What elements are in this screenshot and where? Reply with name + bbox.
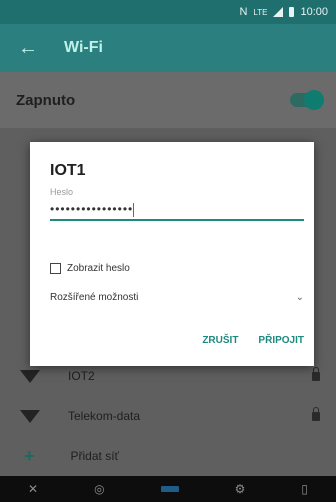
- network-indicator: N: [239, 6, 248, 18]
- connect-button[interactable]: PŘIPOJIT: [258, 335, 304, 346]
- bottom-navigation-bar: ✕ ◎ ⚙ ▯: [0, 476, 336, 502]
- nav-icon-5[interactable]: ▯: [301, 482, 308, 496]
- plus-icon: +: [24, 445, 35, 466]
- wifi-toggle-label: Zapnuto: [16, 91, 76, 109]
- show-password-checkbox[interactable]: [50, 263, 61, 274]
- dialog-actions: ZRUŠIT PŘIPOJIT: [202, 335, 304, 346]
- add-network-label: Přidat síť: [70, 449, 120, 463]
- network-name: Telekom-data: [68, 409, 141, 423]
- add-network-row[interactable]: + Přidat síť: [0, 436, 336, 476]
- nav-icon-4[interactable]: ⚙: [235, 482, 246, 496]
- app-bar: ← Wi-Fi: [0, 24, 336, 72]
- chevron-down-icon: ⌄: [295, 292, 304, 303]
- lock-icon: [312, 406, 320, 421]
- back-arrow-icon[interactable]: ←: [18, 37, 38, 60]
- wifi-toggle-switch[interactable]: [290, 90, 324, 110]
- dialog-title: IOT1: [50, 162, 86, 179]
- signal-icon: [273, 7, 284, 17]
- network-row-telekom-data[interactable]: Telekom-data: [0, 396, 336, 436]
- show-password-row[interactable]: Zobrazit heslo: [50, 263, 130, 274]
- password-value: ••••••••••••••••: [50, 202, 134, 216]
- nav-icon-2[interactable]: ◎: [94, 482, 104, 496]
- wifi-signal-icon: [20, 409, 40, 423]
- lock-icon: [312, 366, 320, 381]
- status-time: 10:00: [300, 6, 328, 18]
- network-name: IOT2: [68, 369, 95, 383]
- wifi-toggle-row[interactable]: Zapnuto: [0, 72, 336, 128]
- signal-label: LTE: [253, 7, 268, 17]
- advanced-options-label: Rozšířené možnosti: [50, 292, 139, 303]
- cancel-button[interactable]: ZRUŠIT: [202, 335, 238, 346]
- nav-icon-active[interactable]: [160, 486, 179, 492]
- text-caret: [133, 202, 135, 217]
- password-input[interactable]: ••••••••••••••••: [50, 199, 304, 221]
- status-bar: N LTE 10:00: [0, 0, 336, 24]
- password-hint: Heslo: [50, 187, 74, 197]
- page-title: Wi-Fi: [64, 39, 103, 56]
- advanced-options-row[interactable]: Rozšířené možnosti ⌄: [50, 292, 304, 303]
- battery-icon: [289, 7, 295, 17]
- show-password-label: Zobrazit heslo: [67, 263, 130, 274]
- wifi-password-dialog: IOT1 Heslo •••••••••••••••• Zobrazit hes…: [30, 142, 314, 366]
- nav-icon-1[interactable]: ✕: [28, 482, 38, 496]
- wifi-signal-icon: [20, 369, 40, 383]
